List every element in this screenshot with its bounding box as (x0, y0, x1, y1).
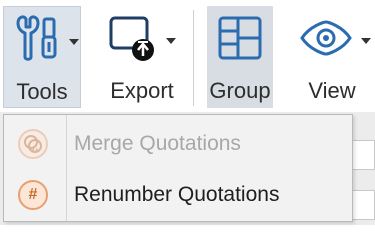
tools-dropdown-caret[interactable] (69, 39, 79, 45)
menu-item-label: Renumber Quotations (74, 183, 280, 206)
ribbon-separator (193, 10, 194, 106)
tools-dropdown-menu: ,, Merge Quotations # Renumber Quotation… (3, 114, 353, 222)
svg-text:,,: ,, (32, 143, 39, 153)
group-button[interactable]: Group (207, 6, 273, 108)
renumber-quotations-icon: # (18, 180, 48, 210)
export-dropdown-caret[interactable] (166, 38, 176, 44)
tools-button[interactable]: Tools (3, 6, 81, 108)
view-label: View (308, 78, 356, 103)
ribbon-toolbar: Tools Export Group View (0, 0, 375, 112)
view-button[interactable]: View (290, 6, 374, 108)
group-label: Group (209, 78, 271, 103)
export-button[interactable]: Export (100, 6, 184, 108)
view-dropdown-caret[interactable] (361, 38, 371, 44)
tools-label: Tools (16, 79, 68, 104)
merge-quotations-icon: ,, (18, 129, 48, 159)
group-icon (218, 16, 262, 60)
menu-item-label: Merge Quotations (74, 132, 241, 155)
menu-item-merge-quotations[interactable]: ,, Merge Quotations (4, 118, 352, 170)
menu-item-renumber-quotations[interactable]: # Renumber Quotations (4, 169, 352, 221)
export-label: Export (110, 78, 174, 103)
